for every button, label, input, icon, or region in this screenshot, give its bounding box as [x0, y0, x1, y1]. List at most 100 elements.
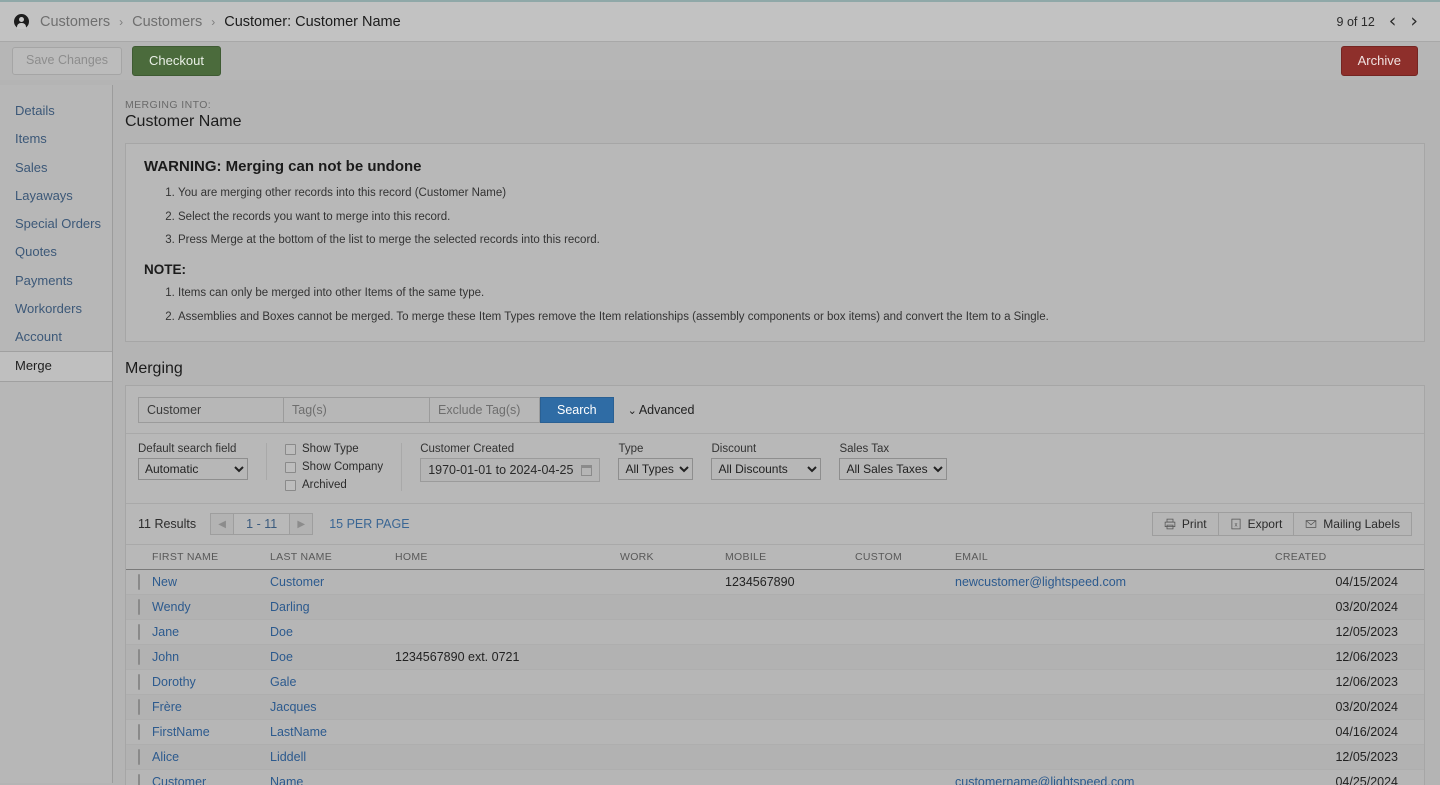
table-row[interactable]: John Doe 1234567890 ext. 0721 12/06/2023 — [126, 644, 1424, 671]
sidebar-item-layaways[interactable]: Layaways — [0, 182, 112, 210]
cell-first-name[interactable]: New — [152, 569, 270, 596]
cell-last-name[interactable]: Name — [270, 769, 395, 785]
export-button[interactable]: x Export — [1217, 512, 1294, 537]
column-header-last-name[interactable]: LAST NAME — [270, 545, 395, 571]
archived-checkbox[interactable] — [285, 479, 296, 491]
sidebar-item-special-orders[interactable]: Special Orders — [0, 210, 112, 238]
show-type-checkbox-row[interactable]: Show Type — [285, 443, 383, 455]
cell-email[interactable] — [955, 644, 1275, 671]
last-name-link[interactable]: Customer — [270, 575, 324, 589]
sidebar-item-items[interactable]: Items — [0, 125, 112, 153]
page-next-icon[interactable]: ▶ — [290, 514, 313, 535]
first-name-link[interactable]: John — [152, 650, 179, 664]
email-link[interactable]: newcustomer@lightspeed.com — [955, 575, 1126, 589]
breadcrumb-item-customers-1[interactable]: Customers — [40, 14, 110, 30]
table-row[interactable]: FirstName LastName 04/16/2024 — [126, 719, 1424, 746]
last-name-link[interactable]: Jacques — [270, 700, 317, 714]
cell-last-name[interactable]: Gale — [270, 669, 395, 696]
cell-email[interactable]: newcustomer@lightspeed.com — [955, 569, 1275, 596]
column-header-mobile[interactable]: MOBILE — [725, 545, 855, 571]
sidebar-item-sales[interactable]: Sales — [0, 154, 112, 182]
row-checkbox-cell[interactable] — [126, 619, 152, 646]
sales-tax-select[interactable]: All Sales Taxes — [839, 458, 948, 481]
cell-email[interactable] — [955, 694, 1275, 721]
print-button[interactable]: Print — [1151, 512, 1218, 537]
archived-checkbox-row[interactable]: Archived — [285, 479, 383, 491]
record-prev-icon[interactable]: ‹ — [1389, 12, 1397, 31]
row-checkbox-cell[interactable] — [126, 769, 152, 785]
row-checkbox[interactable] — [138, 724, 140, 741]
table-row[interactable]: New Customer 1234567890 newcustomer@lightsp… — [126, 569, 1424, 596]
customer-search-input[interactable] — [138, 397, 284, 424]
row-checkbox[interactable] — [138, 599, 140, 616]
last-name-link[interactable]: Liddell — [270, 750, 306, 764]
first-name-link[interactable]: Dorothy — [152, 675, 196, 689]
first-name-link[interactable]: Jane — [152, 625, 179, 639]
last-name-link[interactable]: Name — [270, 775, 303, 785]
first-name-link[interactable]: FirstName — [152, 725, 210, 739]
show-type-checkbox[interactable] — [285, 443, 296, 455]
cell-first-name[interactable]: Jane — [152, 619, 270, 646]
show-company-checkbox[interactable] — [285, 461, 296, 473]
column-header-home[interactable]: HOME — [395, 545, 620, 571]
row-checkbox[interactable] — [138, 649, 140, 666]
sidebar-item-details[interactable]: Details — [0, 97, 112, 125]
cell-email[interactable]: customername@lightspeed.com — [955, 769, 1275, 785]
sidebar-item-quotes[interactable]: Quotes — [0, 238, 112, 266]
column-header-custom[interactable]: CUSTOM — [855, 545, 955, 571]
email-link[interactable]: customername@lightspeed.com — [955, 775, 1134, 785]
row-checkbox-cell[interactable] — [126, 594, 152, 621]
row-checkbox-cell[interactable] — [126, 694, 152, 721]
cell-email[interactable] — [955, 719, 1275, 746]
sidebar-item-payments[interactable]: Payments — [0, 267, 112, 295]
table-row[interactable]: Customer Name customername@lightspeed.com 0… — [126, 769, 1424, 785]
cell-email[interactable] — [955, 669, 1275, 696]
page-prev-icon[interactable]: ◀ — [211, 514, 234, 535]
search-button[interactable]: Search — [540, 397, 614, 424]
first-name-link[interactable]: Frère — [152, 700, 182, 714]
sidebar-item-workorders[interactable]: Workorders — [0, 295, 112, 323]
cell-email[interactable] — [955, 619, 1275, 646]
row-checkbox[interactable] — [138, 749, 140, 766]
cell-first-name[interactable]: Customer — [152, 769, 270, 785]
row-checkbox[interactable] — [138, 624, 140, 641]
discount-select[interactable]: All Discounts — [711, 458, 822, 481]
table-row[interactable]: Alice Liddell 12/05/2023 — [126, 744, 1424, 771]
row-checkbox[interactable] — [138, 574, 140, 591]
exclude-tags-input[interactable] — [430, 397, 540, 424]
row-checkbox-cell[interactable] — [126, 569, 152, 596]
cell-last-name[interactable]: Doe — [270, 644, 395, 671]
per-page-selector[interactable]: 15 PER PAGE — [329, 517, 409, 531]
last-name-link[interactable]: Doe — [270, 625, 293, 639]
column-header-created[interactable]: CREATED — [1275, 545, 1424, 571]
cell-last-name[interactable]: Customer — [270, 569, 395, 596]
row-checkbox-cell[interactable] — [126, 719, 152, 746]
cell-last-name[interactable]: Darling — [270, 594, 395, 621]
save-changes-button[interactable]: Save Changes — [12, 47, 123, 75]
last-name-link[interactable]: Gale — [270, 675, 296, 689]
cell-email[interactable] — [955, 744, 1275, 771]
last-name-link[interactable]: Doe — [270, 650, 293, 664]
first-name-link[interactable]: Alice — [152, 750, 179, 764]
cell-first-name[interactable]: John — [152, 644, 270, 671]
cell-first-name[interactable]: Dorothy — [152, 669, 270, 696]
last-name-link[interactable]: Darling — [270, 600, 310, 614]
table-row[interactable]: Jane Doe 12/05/2023 — [126, 619, 1424, 646]
first-name-link[interactable]: Wendy — [152, 600, 191, 614]
column-header-work[interactable]: WORK — [620, 545, 725, 571]
column-header-email[interactable]: EMAIL — [955, 545, 1275, 571]
cell-last-name[interactable]: LastName — [270, 719, 395, 746]
first-name-link[interactable]: New — [152, 575, 177, 589]
sidebar-item-account[interactable]: Account — [0, 323, 112, 351]
row-checkbox-cell[interactable] — [126, 744, 152, 771]
row-checkbox-cell[interactable] — [126, 669, 152, 696]
cell-first-name[interactable]: Wendy — [152, 594, 270, 621]
first-name-link[interactable]: Customer — [152, 775, 206, 785]
table-row[interactable]: Frère Jacques 03/20/2024 — [126, 694, 1424, 721]
tags-input[interactable] — [284, 397, 430, 424]
record-next-icon[interactable]: › — [1410, 12, 1418, 31]
archive-button[interactable]: Archive — [1340, 45, 1418, 77]
show-company-checkbox-row[interactable]: Show Company — [285, 461, 383, 473]
cell-first-name[interactable]: Frère — [152, 694, 270, 721]
sidebar-item-merge[interactable]: Merge — [0, 351, 112, 382]
